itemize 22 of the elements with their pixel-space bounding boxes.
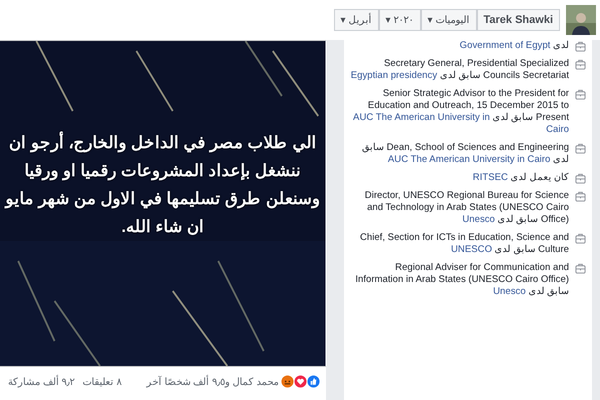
briefcase-icon <box>575 263 586 274</box>
image-caption-line: ننشغل بإعداد المشروعات رقميا او ورقيا <box>24 161 302 182</box>
shares-count[interactable]: ٩٫٢ ألف مشاركة <box>8 376 75 388</box>
image-caption-line: وسنعلن طرق تسليمها في الاول من شهر مايو <box>6 189 320 210</box>
briefcase-icon <box>575 59 586 70</box>
heart-reaction-icon <box>294 375 306 388</box>
comments-count[interactable]: ٨ تعليقات <box>82 376 122 388</box>
briefcase-icon <box>575 143 586 154</box>
briefcase-icon <box>575 89 586 100</box>
angry-reaction-icon <box>280 375 294 388</box>
briefcase-icon <box>575 173 586 184</box>
briefcase-icon <box>575 233 586 244</box>
image-caption-line: ان شاء الله. <box>121 217 204 238</box>
filter-dropdown[interactable]: أبريل ▾ <box>334 9 378 31</box>
image-caption-line: الي طلاب مصر في الداخل والخارج، أرجو ان <box>9 129 316 157</box>
reactions-summary[interactable]: محمد كمال و٩٫٥ ألف شخصًا آخر <box>146 376 278 388</box>
briefcase-icon <box>575 191 586 202</box>
like-reaction-icon <box>306 375 320 388</box>
profile-name-button[interactable]: Tarek Shawki <box>476 9 560 31</box>
filter-dropdown[interactable]: اليوميات ▾ <box>420 9 476 31</box>
briefcase-icon <box>575 41 586 52</box>
filter-dropdown[interactable]: ٢٠٢٠ ▾ <box>378 9 420 31</box>
